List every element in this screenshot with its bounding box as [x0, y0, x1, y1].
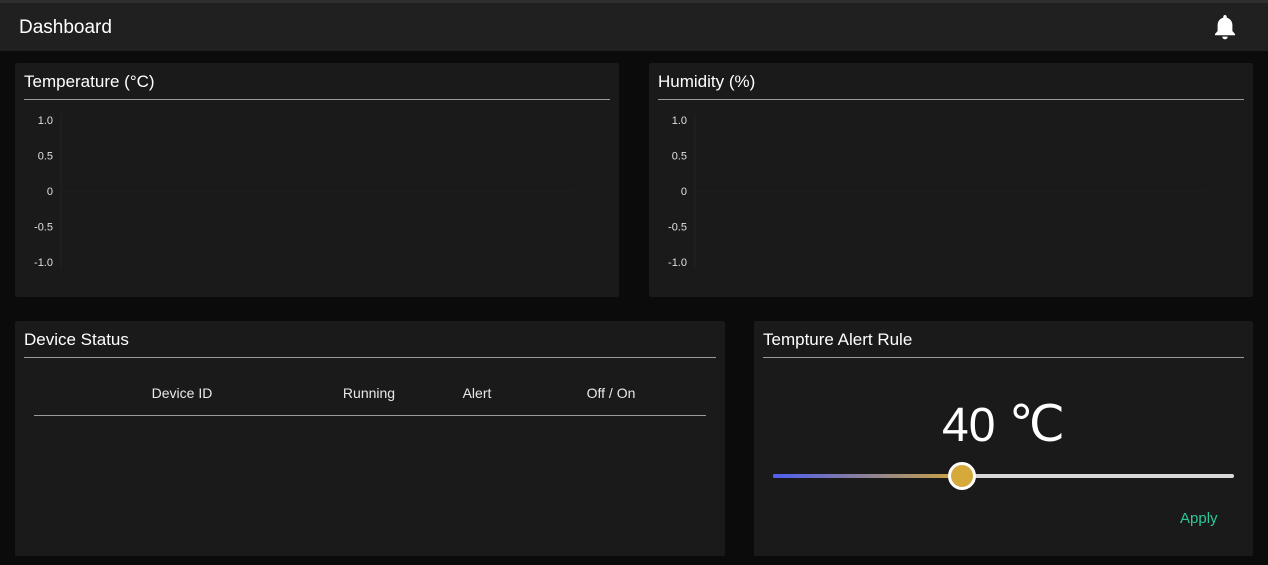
- y-tick-label: 1.0: [672, 115, 687, 127]
- threshold-value: 40: [942, 399, 996, 452]
- top-app-bar: Dashboard: [0, 0, 1268, 51]
- table-header-divider: [34, 415, 706, 416]
- slider-thumb[interactable]: [948, 462, 976, 490]
- humidity-chart: 1.0 0.5 0 -0.5 -1.0: [668, 114, 1207, 269]
- y-tick-label: -0.5: [668, 222, 687, 234]
- panel-divider: [763, 357, 1244, 358]
- column-header-running[interactable]: Running: [329, 385, 409, 401]
- y-tick-label: 0: [681, 186, 687, 198]
- y-tick-label: 0: [47, 186, 53, 198]
- temperature-panel: Temperature (°C) 1.0 0.5 0 -0.5 -1.0: [15, 63, 619, 297]
- y-tick-label: 0.5: [672, 151, 687, 163]
- column-header-off-on[interactable]: Off / On: [566, 385, 656, 401]
- y-tick-label: 0.5: [38, 151, 53, 163]
- threshold-value-display: 40 ℃: [754, 395, 1253, 453]
- panel-divider: [24, 357, 716, 358]
- y-tick-label: -1.0: [34, 257, 53, 269]
- alert-rule-panel: Tempture Alert Rule 40 ℃ Apply: [754, 321, 1253, 556]
- temperature-chart: 1.0 0.5 0 -0.5 -1.0: [34, 114, 573, 269]
- page-title: Dashboard: [19, 17, 112, 38]
- y-tick-label: -1.0: [668, 257, 687, 269]
- humidity-panel: Humidity (%) 1.0 0.5 0 -0.5 -1.0: [649, 63, 1253, 297]
- slider-fill: [773, 474, 962, 478]
- threshold-unit: ℃: [1008, 396, 1065, 452]
- threshold-slider[interactable]: [773, 462, 1234, 490]
- y-tick-label: 1.0: [38, 115, 53, 127]
- bell-icon[interactable]: [1211, 12, 1239, 42]
- apply-button[interactable]: Apply: [1180, 510, 1218, 527]
- y-tick-label: -0.5: [34, 222, 53, 234]
- column-header-alert[interactable]: Alert: [442, 385, 512, 401]
- device-status-title: Device Status: [24, 330, 129, 349]
- alert-rule-title: Tempture Alert Rule: [763, 330, 913, 349]
- device-status-panel: Device Status Device ID Running Alert Of…: [15, 321, 725, 556]
- column-header-device-id[interactable]: Device ID: [132, 385, 232, 401]
